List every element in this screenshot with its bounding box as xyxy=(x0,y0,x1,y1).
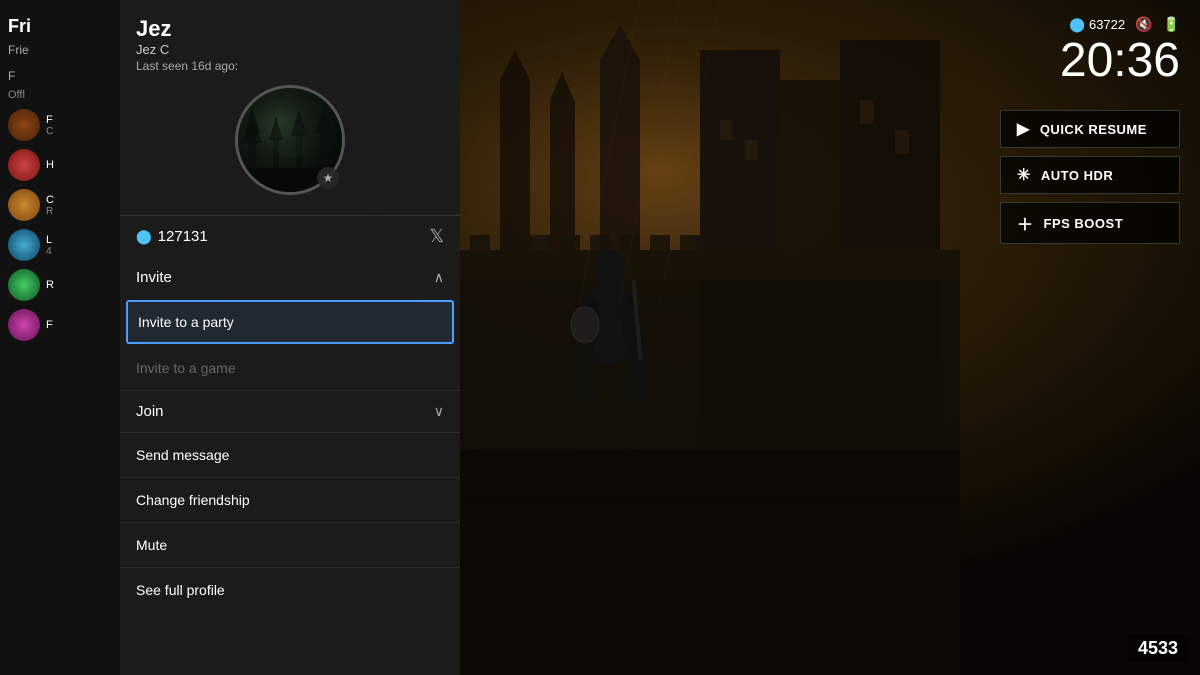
friend-name-6: F xyxy=(46,319,53,331)
friend-item-1[interactable]: F C xyxy=(8,109,112,141)
friend-item-6[interactable]: F xyxy=(8,309,112,341)
friend-item-2[interactable]: H xyxy=(8,149,112,181)
friend-detail-1: C xyxy=(46,126,53,137)
join-section: Join ∨ xyxy=(120,391,460,433)
hud-icons-row: ⬤ 63722 🔇 🔋 xyxy=(1060,16,1180,33)
hud-score-value: 63722 xyxy=(1089,17,1125,32)
friend-name-1: F xyxy=(46,114,53,126)
friend-item-4[interactable]: L 4 xyxy=(8,229,112,261)
friend-info-2: H xyxy=(46,159,54,171)
friend-info-5: R xyxy=(46,279,54,291)
join-section-header[interactable]: Join ∨ xyxy=(120,391,460,432)
hud-time: 20:36 xyxy=(1060,37,1180,85)
mute-item[interactable]: Mute xyxy=(120,523,460,568)
gamerscore-icon: ⬤ xyxy=(136,228,152,245)
hud-battery-icon: 🔋 xyxy=(1163,16,1180,33)
change-friendship-label: Change friendship xyxy=(136,492,250,508)
friend-info-6: F xyxy=(46,319,53,331)
friend-name-4: L xyxy=(46,234,52,246)
avatar-star-icon: ★ xyxy=(317,167,339,189)
friend-name-3: C xyxy=(46,194,54,206)
see-full-profile-label: See full profile xyxy=(136,582,225,598)
friend-info-4: L 4 xyxy=(46,234,52,257)
profile-name: Jez xyxy=(136,16,444,42)
profile-gamertag: Jez C xyxy=(136,42,444,57)
hud-mute-icon: 🔇 xyxy=(1135,16,1152,33)
friend-avatar-2 xyxy=(8,149,40,181)
fps-boost-icon: ＋ xyxy=(1017,211,1034,235)
sidebar-status: Offl xyxy=(8,89,112,101)
gamerscore: ⬤ 127131 xyxy=(136,228,208,245)
friend-item-3[interactable]: C R xyxy=(8,189,112,221)
send-message-label: Send message xyxy=(136,447,229,463)
hud-gamerscore-icon: ⬤ xyxy=(1069,16,1085,33)
friend-name-2: H xyxy=(46,159,54,171)
change-friendship-item[interactable]: Change friendship xyxy=(120,478,460,523)
quick-resume-label: QUICK RESUME xyxy=(1040,122,1147,137)
friend-avatar-3 xyxy=(8,189,40,221)
friend-avatar-6 xyxy=(8,309,40,341)
invite-section-label: Invite xyxy=(136,269,172,286)
hud-score: ⬤ 63722 xyxy=(1069,16,1125,33)
friend-info-3: C R xyxy=(46,194,54,217)
sidebar-subtitle: Frie xyxy=(8,43,112,57)
invite-to-game-item: Invite to a game xyxy=(120,346,460,390)
right-panel: ▶ QUICK RESUME ✳ AUTO HDR ＋ FPS BOOST xyxy=(1000,110,1180,244)
friend-item-5[interactable]: R xyxy=(8,269,112,301)
join-section-label: Join xyxy=(136,403,164,420)
mute-label: Mute xyxy=(136,537,167,553)
friend-avatar-1 xyxy=(8,109,40,141)
friend-detail-3: R xyxy=(46,206,54,217)
quick-resume-button[interactable]: ▶ QUICK RESUME xyxy=(1000,110,1180,148)
friend-detail-4: 4 xyxy=(46,246,52,257)
profile-popup: Jez Jez C Last seen 16d ago: xyxy=(120,0,460,675)
bottom-counter: 4533 xyxy=(1128,634,1188,663)
twitter-icon[interactable]: 𝕏 xyxy=(429,226,444,247)
friend-avatar-5 xyxy=(8,269,40,301)
quick-resume-icon: ▶ xyxy=(1017,119,1030,139)
sidebar-section-label: F xyxy=(8,69,112,83)
auto-hdr-icon: ✳ xyxy=(1017,165,1031,185)
sidebar: Fri Frie F Offl F C H C R L 4 R xyxy=(0,0,120,675)
invite-section: Invite ∧ Invite to a party Invite to a g… xyxy=(120,257,460,391)
invite-chevron-icon: ∧ xyxy=(434,269,444,286)
friend-avatar-4 xyxy=(8,229,40,261)
profile-stats: ⬤ 127131 𝕏 xyxy=(120,216,460,257)
profile-lastseen: Last seen 16d ago: xyxy=(136,59,444,73)
send-message-item[interactable]: Send message xyxy=(120,433,460,478)
friend-name-5: R xyxy=(46,279,54,291)
fps-boost-button[interactable]: ＋ FPS BOOST xyxy=(1000,202,1180,244)
see-full-profile-item[interactable]: See full profile xyxy=(120,568,460,612)
invite-to-party-item[interactable]: Invite to a party xyxy=(126,300,454,344)
fps-boost-label: FPS BOOST xyxy=(1044,216,1124,231)
gamerscore-value: 127131 xyxy=(158,228,208,245)
friend-info-1: F C xyxy=(46,114,53,137)
top-hud: ⬤ 63722 🔇 🔋 20:36 xyxy=(1060,16,1180,85)
avatar-container: ★ xyxy=(235,85,345,195)
profile-header: Jez Jez C Last seen 16d ago: xyxy=(120,0,460,216)
invite-to-party-label: Invite to a party xyxy=(138,314,234,330)
join-chevron-icon: ∨ xyxy=(434,403,444,420)
auto-hdr-button[interactable]: ✳ AUTO HDR xyxy=(1000,156,1180,194)
sidebar-title: Fri xyxy=(8,16,112,37)
auto-hdr-label: AUTO HDR xyxy=(1041,168,1113,183)
invite-to-game-label: Invite to a game xyxy=(136,360,236,376)
invite-section-header[interactable]: Invite ∧ xyxy=(120,257,460,298)
